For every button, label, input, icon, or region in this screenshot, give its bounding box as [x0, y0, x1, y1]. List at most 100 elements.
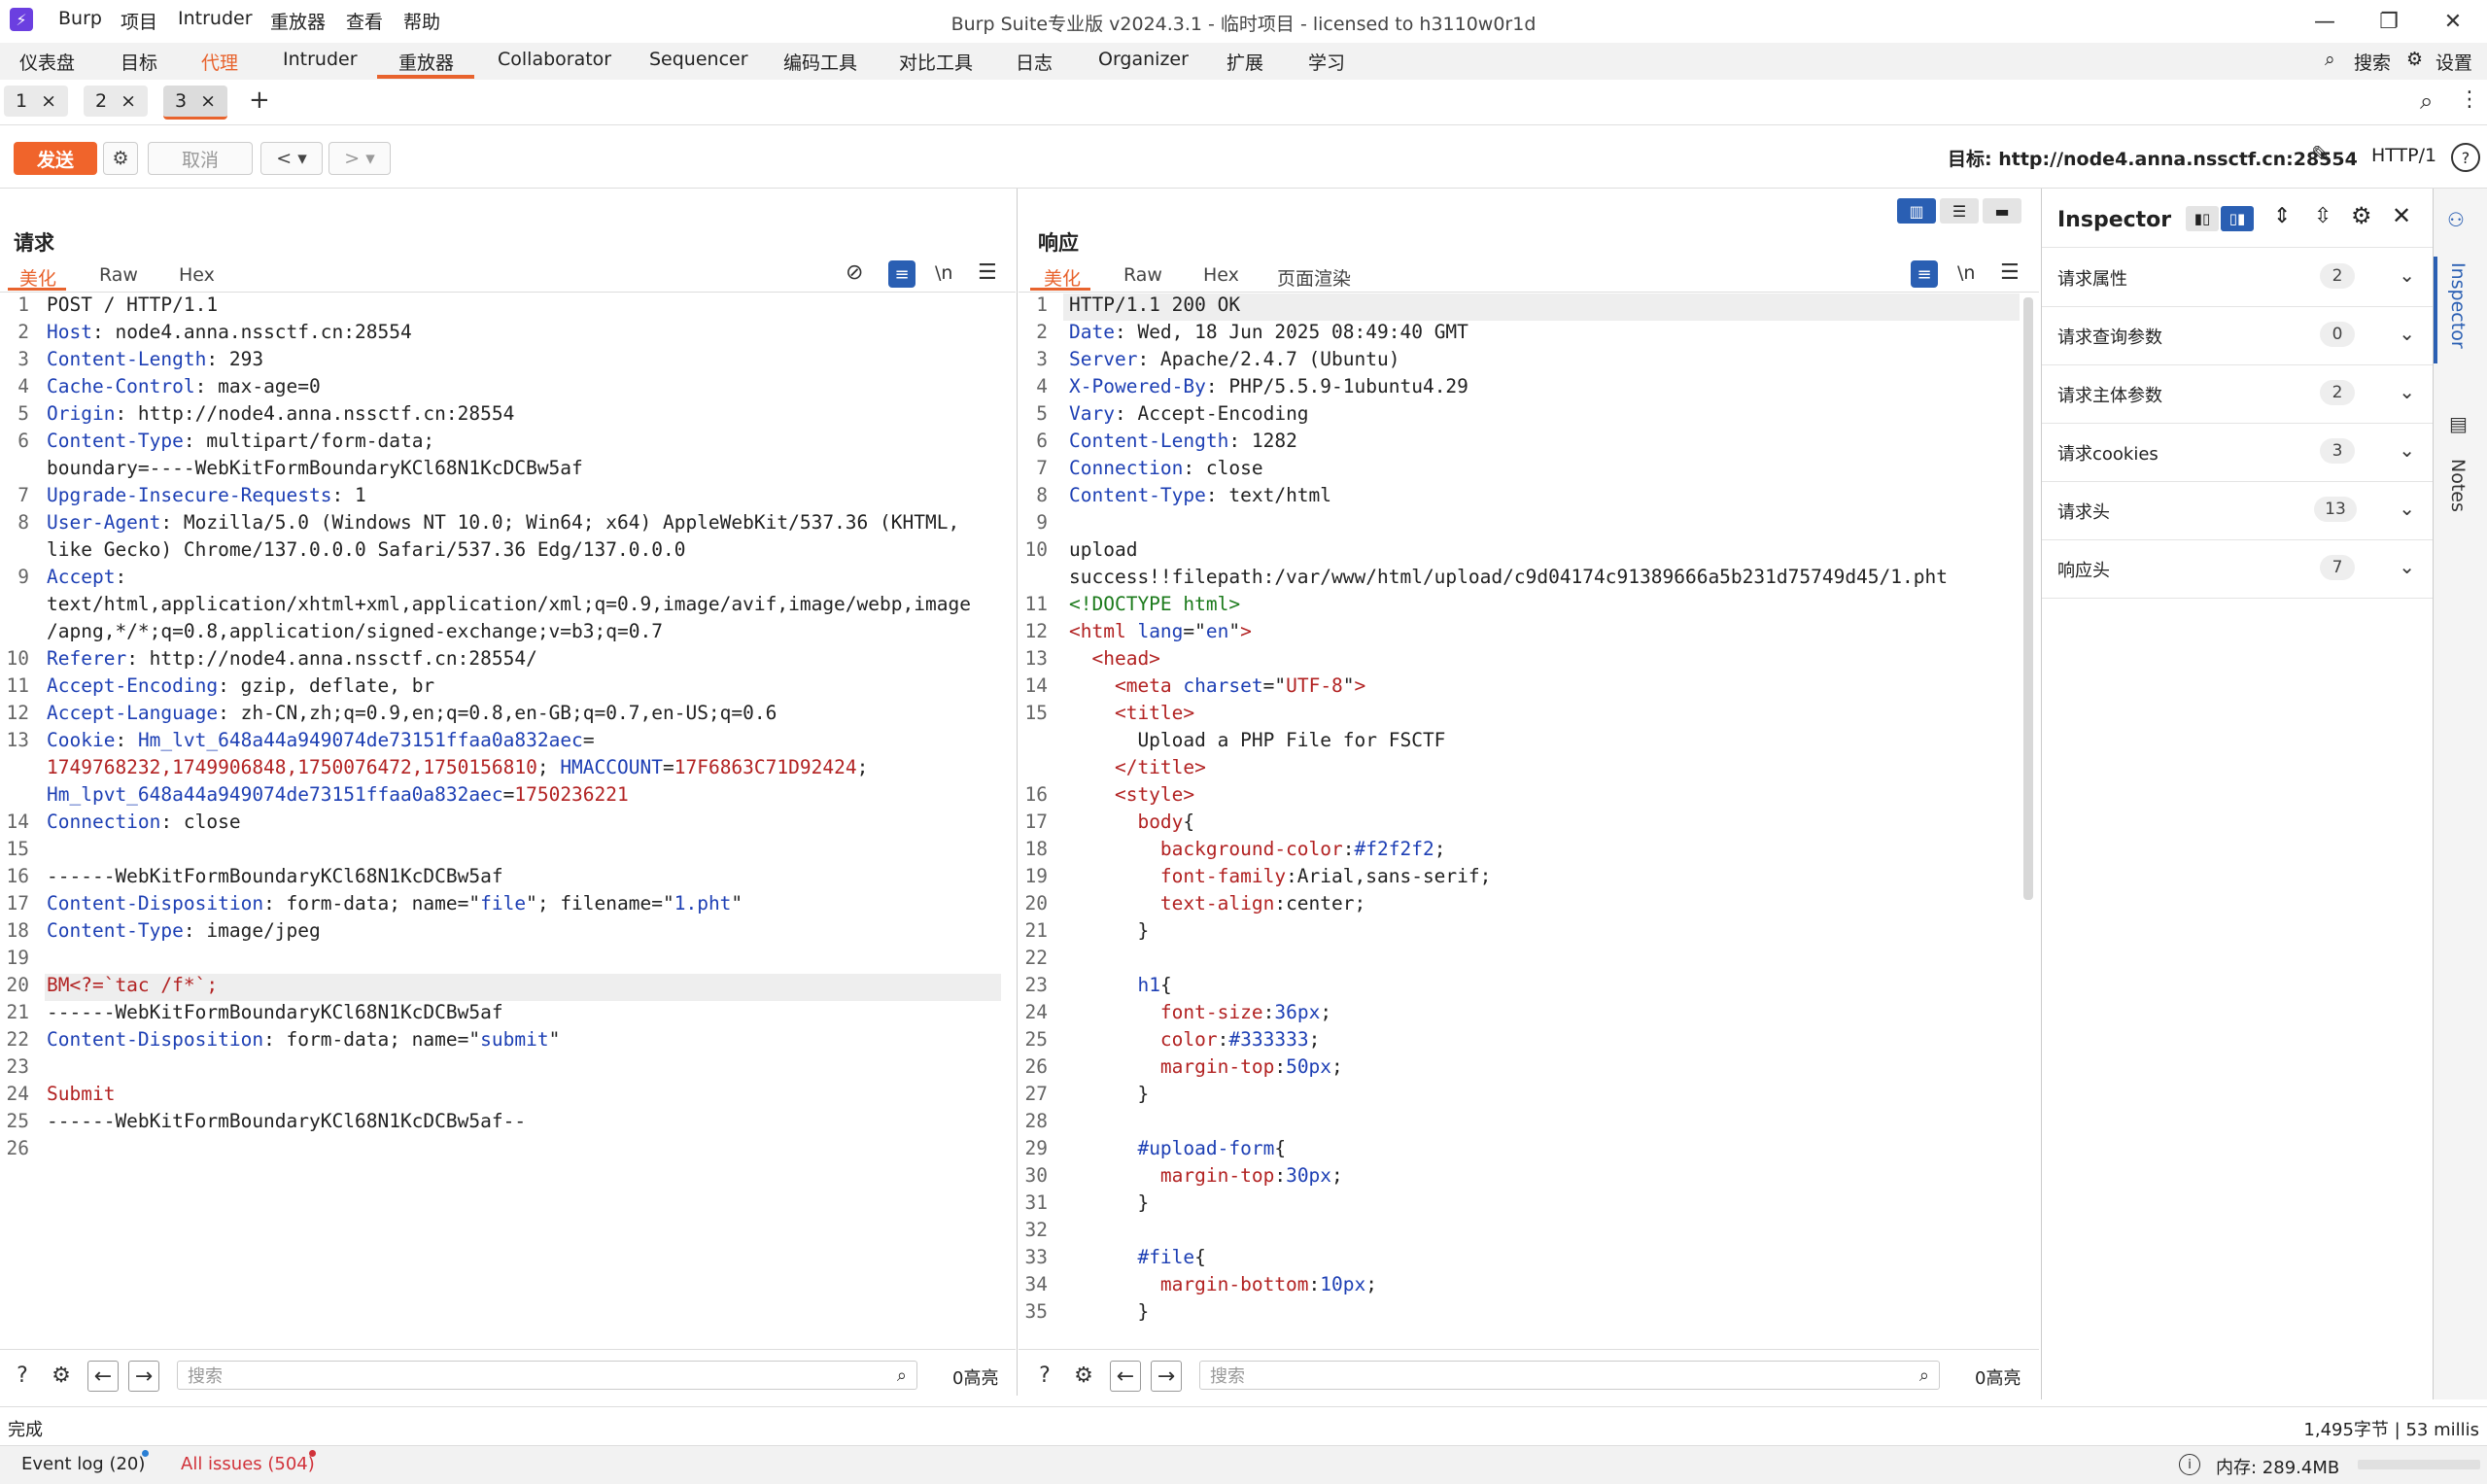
menu-icon[interactable]: ☰ — [2000, 260, 2020, 285]
inspector-row-label: 请求主体参数 — [2057, 386, 2162, 406]
next-match-icon[interactable]: → — [128, 1361, 159, 1392]
gear-icon[interactable]: ⚙ — [2351, 202, 2372, 229]
close-tab-icon[interactable]: × — [41, 90, 56, 112]
inspector-rail-icon[interactable]: ⚇ — [2447, 208, 2465, 231]
all-issues-link[interactable]: All issues (504) — [181, 1454, 315, 1474]
more-options-icon[interactable]: ⋮ — [2459, 87, 2480, 112]
next-match-icon[interactable]: → — [1151, 1361, 1182, 1392]
tab-repeater[interactable]: 重放器 — [398, 49, 454, 75]
repeater-tab-2[interactable]: 2 × — [84, 86, 149, 117]
inspector-row-body-params[interactable]: 请求主体参数 2 ⌄ — [2042, 364, 2433, 424]
search-icon: ⌕ — [896, 1364, 907, 1386]
inspector-row-request-headers[interactable]: 请求头 13 ⌄ — [2042, 481, 2433, 540]
request-search-input[interactable]: 搜索 ⌕ — [177, 1361, 917, 1390]
http-version-toggle[interactable]: HTTP/1 — [2371, 145, 2436, 166]
pretty-print-icon[interactable]: ≡ — [1911, 260, 1938, 288]
pretty-print-icon[interactable]: ≡ — [888, 260, 915, 288]
response-tab-pretty[interactable]: 美化 — [1044, 264, 1081, 291]
divider — [1019, 1349, 2039, 1350]
help-icon[interactable]: ? — [8, 1361, 37, 1390]
request-tab-raw[interactable]: Raw — [99, 264, 138, 286]
close-window-icon[interactable]: ✕ — [2424, 4, 2482, 39]
menu-view[interactable]: 查看 — [346, 8, 383, 34]
newline-toggle[interactable]: \n — [1957, 262, 1975, 284]
tab-intruder[interactable]: Intruder — [283, 49, 358, 70]
tab-search-icon[interactable]: ⌕ — [2420, 87, 2433, 115]
settings-label[interactable]: 设置 — [2435, 49, 2472, 75]
layout-tabs-icon[interactable]: ▬ — [1983, 198, 2021, 224]
tab-dashboard[interactable]: 仪表盘 — [19, 49, 75, 75]
close-tab-icon[interactable]: × — [121, 90, 136, 112]
back-history-button[interactable]: < ▾ — [260, 142, 323, 175]
send-button[interactable]: 发送 — [14, 142, 97, 175]
layout-stacked-icon[interactable]: ☰ — [1940, 198, 1979, 224]
expand-all-icon[interactable]: ⇕ — [2273, 204, 2291, 228]
repeater-tab-3[interactable]: 3 × — [163, 86, 228, 120]
chevron-down-icon: ⌄ — [2399, 322, 2415, 345]
response-editor[interactable]: 1 HTTP/1.1 200 OK 2 Date: Wed, 18 Jun 2025… — [1019, 293, 2021, 1341]
inspector-layout-icon[interactable]: ▮▯ — [2186, 206, 2219, 231]
send-settings-icon[interactable]: ⚙ — [103, 142, 138, 175]
repeater-toolbar: 发送 ⚙ 取消 < ▾ > ▾ 目标: http://node4.anna.ns… — [0, 125, 2487, 189]
request-editor[interactable]: 1 POST / HTTP/1.1 2 Host: node4.anna.nssct… — [0, 293, 1001, 1159]
tab-target[interactable]: 目标 — [121, 49, 157, 75]
inspector-layout-active-icon[interactable]: ▯▮ — [2221, 206, 2254, 231]
tab-comparer[interactable]: 对比工具 — [899, 49, 973, 75]
response-scrollbar[interactable] — [2023, 297, 2033, 900]
layout-split-icon[interactable]: ▥ — [1897, 198, 1936, 224]
event-log-link[interactable]: Event log (20) — [21, 1454, 145, 1474]
tab-extensions[interactable]: 扩展 — [1226, 49, 1263, 75]
menu-repeater[interactable]: 重放器 — [270, 8, 326, 34]
right-rail: ⚇ Inspector ▤ Notes — [2433, 189, 2487, 1399]
help-icon[interactable]: ? — [1030, 1361, 1059, 1390]
inspector-row-query-params[interactable]: 请求查询参数 0 ⌄ — [2042, 306, 2433, 365]
gear-icon[interactable]: ⚙ — [1069, 1361, 1098, 1390]
close-icon[interactable]: ✕ — [2392, 202, 2411, 229]
request-tab-pretty[interactable]: 美化 — [19, 264, 56, 291]
inspector-row-request-attributes[interactable]: 请求属性 2 ⌄ — [2042, 248, 2433, 307]
response-tab-render[interactable]: 页面渲染 — [1277, 264, 1351, 291]
gear-icon[interactable]: ⚙ — [2406, 49, 2423, 70]
info-icon[interactable]: i — [2179, 1454, 2200, 1475]
menu-burp[interactable]: Burp — [58, 8, 102, 29]
inspector-row-cookies[interactable]: 请求cookies 3 ⌄ — [2042, 423, 2433, 482]
request-tab-hex[interactable]: Hex — [179, 264, 215, 286]
response-tab-hex[interactable]: Hex — [1203, 264, 1239, 286]
repeater-tab-label: 3 — [175, 90, 188, 112]
minimize-icon[interactable]: — — [2296, 4, 2354, 39]
search-icon[interactable]: ⌕ — [2325, 49, 2335, 70]
newline-toggle[interactable]: \n — [935, 262, 952, 284]
forward-history-button[interactable]: > ▾ — [328, 142, 391, 175]
help-icon[interactable]: ? — [2451, 143, 2480, 172]
tab-logger[interactable]: 日志 — [1016, 49, 1053, 75]
previous-match-icon[interactable]: ← — [1110, 1361, 1141, 1392]
inspector-rail-tab[interactable]: Inspector — [2447, 262, 2469, 349]
tab-sequencer[interactable]: Sequencer — [649, 49, 748, 70]
previous-match-icon[interactable]: ← — [87, 1361, 119, 1392]
response-tab-raw[interactable]: Raw — [1123, 264, 1162, 286]
tab-learn[interactable]: 学习 — [1308, 49, 1345, 75]
cancel-button[interactable]: 取消 — [148, 142, 253, 175]
menu-help[interactable]: 帮助 — [403, 8, 440, 34]
gear-icon[interactable]: ⚙ — [47, 1361, 76, 1390]
add-tab-icon[interactable]: + — [249, 86, 270, 115]
menu-project[interactable]: 项目 — [121, 8, 157, 34]
menu-intruder[interactable]: Intruder — [178, 8, 253, 29]
request-pane: 请求 美化 Raw Hex ⊘ ≡ \n ☰ 1 POST / HTTP/1.1 … — [0, 189, 1018, 1396]
maximize-icon[interactable]: ❐ — [2360, 4, 2418, 39]
collapse-all-icon[interactable]: ⇳ — [2314, 204, 2332, 228]
response-search-input[interactable]: 搜索 ⌕ — [1199, 1361, 1940, 1390]
edit-target-icon[interactable]: ✎ — [2311, 141, 2331, 168]
inspector-row-response-headers[interactable]: 响应头 7 ⌄ — [2042, 539, 2433, 599]
close-tab-icon[interactable]: × — [200, 90, 216, 112]
tab-decoder[interactable]: 编码工具 — [783, 49, 857, 75]
menu-icon[interactable]: ☰ — [978, 260, 997, 285]
tab-organizer[interactable]: Organizer — [1098, 49, 1189, 70]
hide-nonprintable-icon[interactable]: ⊘ — [846, 260, 863, 285]
repeater-tab-1[interactable]: 1 × — [4, 86, 69, 117]
notes-rail-tab[interactable]: Notes — [2447, 459, 2469, 512]
global-search-label[interactable]: 搜索 — [2354, 49, 2391, 75]
notes-icon[interactable]: ▤ — [2449, 412, 2468, 435]
tab-collaborator[interactable]: Collaborator — [498, 49, 611, 70]
tab-proxy[interactable]: 代理 — [201, 49, 238, 75]
